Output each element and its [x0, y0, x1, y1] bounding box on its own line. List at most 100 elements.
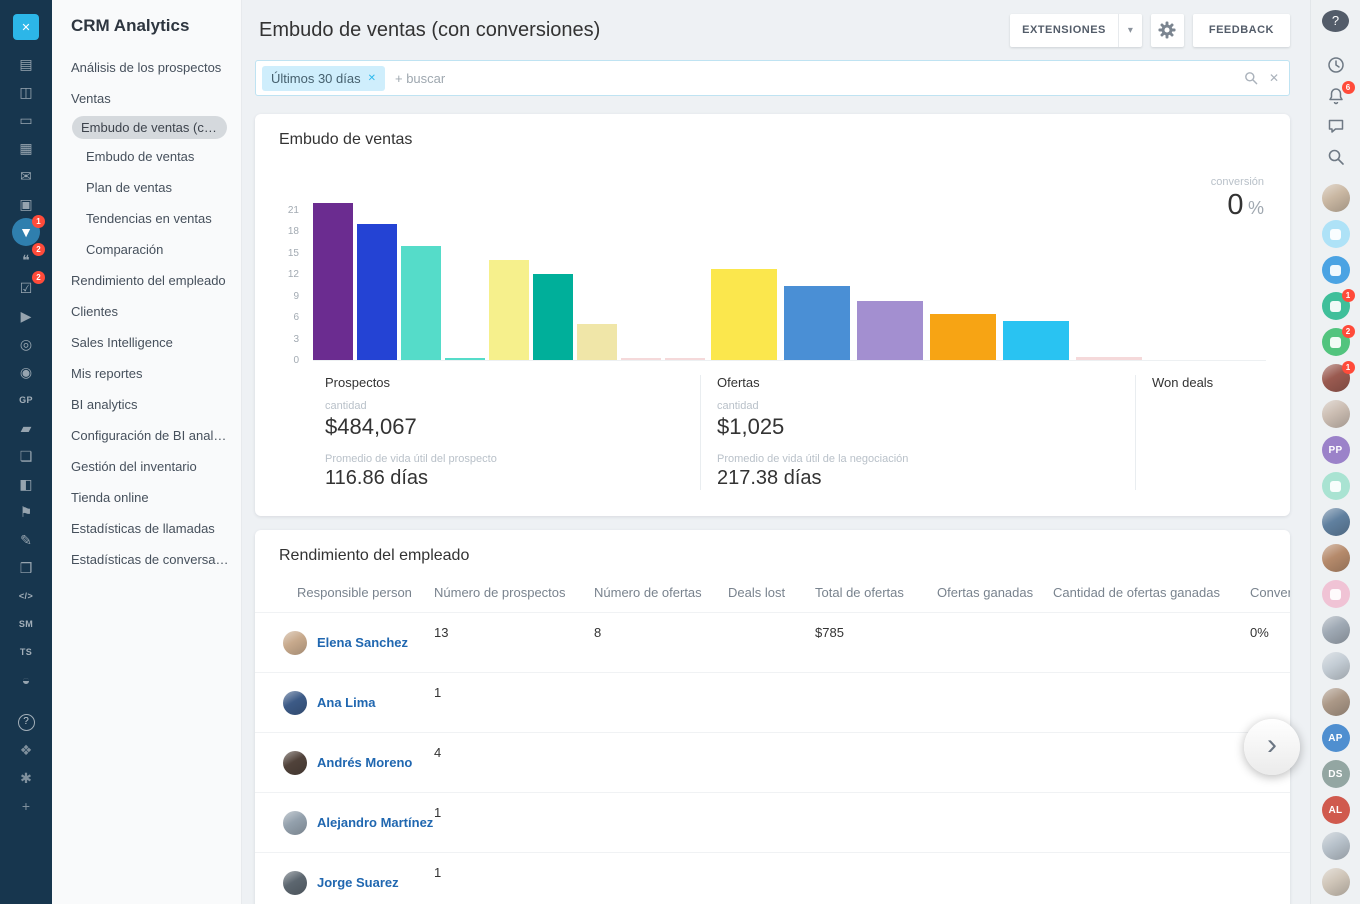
menu-item[interactable]: Tendencias en ventas [52, 203, 241, 234]
avatar-pp[interactable]: PP [1322, 436, 1350, 464]
collapse-menu-button[interactable]: ✕ [13, 14, 39, 40]
employee-name-link[interactable]: Jorge Suarez [317, 875, 399, 890]
avatar[interactable] [1322, 400, 1350, 428]
rail-item-more-apps[interactable]: ◒ [12, 666, 40, 694]
rail-item-documents[interactable]: ❏ [12, 442, 40, 470]
avatar[interactable]: 2 [1322, 328, 1350, 356]
funnel-bar[interactable] [665, 358, 705, 360]
rail-item-crm[interactable]: ▼1 [12, 218, 40, 246]
funnel-bar[interactable] [930, 314, 996, 360]
avatar[interactable]: 1 [1322, 292, 1350, 320]
rail-item-help[interactable]: ? [12, 708, 40, 736]
rail-item-sign[interactable]: ⚑ [12, 498, 40, 526]
menu-item[interactable]: Rendimiento del empleado [52, 265, 241, 296]
menu-item[interactable]: Clientes [52, 296, 241, 327]
avatar[interactable] [1322, 220, 1350, 248]
avatar[interactable]: 1 [1322, 364, 1350, 392]
rail-item-video-calls[interactable]: ▶ [12, 302, 40, 330]
funnel-bar[interactable] [357, 224, 397, 360]
clear-search-icon[interactable]: ✕ [1269, 71, 1279, 85]
avatar-al[interactable]: AL [1322, 796, 1350, 824]
extensions-button[interactable]: EXTENSIONES ▾ [1010, 14, 1142, 47]
avatar[interactable] [1322, 616, 1350, 644]
rail-item-messenger[interactable]: ❝2 [12, 246, 40, 274]
menu-item[interactable]: Sales Intelligence [52, 327, 241, 358]
rail-item-add[interactable]: + [12, 792, 40, 820]
funnel-bar[interactable] [857, 301, 923, 360]
funnel-bar[interactable] [621, 358, 661, 360]
history-button[interactable] [1322, 54, 1350, 77]
funnel-bar[interactable] [489, 260, 529, 360]
avatar[interactable] [1322, 256, 1350, 284]
menu-item[interactable]: Análisis de los prospectos [52, 52, 241, 83]
rail-item-store[interactable]: ▰ [12, 414, 40, 442]
menu-item[interactable]: Plan de ventas [52, 172, 241, 203]
rail-item-developer[interactable]: </> [12, 582, 40, 610]
table-row[interactable]: Alejandro Martínez1 [255, 793, 1290, 853]
employee-name-link[interactable]: Alejandro Martínez [317, 815, 433, 830]
rail-item-calendar[interactable]: ▦ [12, 134, 40, 162]
search-input[interactable] [385, 71, 1243, 86]
rail-item-integrations[interactable]: ❖ [12, 736, 40, 764]
rail-item-contact-center[interactable]: ▣ [12, 190, 40, 218]
menu-item[interactable]: Tienda online [52, 482, 241, 513]
search-people-button[interactable] [1322, 145, 1350, 168]
funnel-bar[interactable] [711, 269, 777, 360]
funnel-bar[interactable] [784, 286, 850, 360]
avatar[interactable] [1322, 868, 1350, 896]
search-icon[interactable] [1243, 70, 1259, 86]
avatar[interactable] [1322, 544, 1350, 572]
funnel-bar[interactable] [401, 246, 441, 360]
employee-name-link[interactable]: Elena Sanchez [317, 635, 408, 650]
table-row[interactable]: Elena Sanchez138$7850% [255, 613, 1290, 673]
table-row[interactable]: Ana Lima1 [255, 673, 1290, 733]
employee-name-link[interactable]: Andrés Moreno [317, 755, 412, 770]
notifications-button[interactable]: 6 [1322, 84, 1350, 107]
menu-item[interactable]: Configuración de BI analy... [52, 420, 241, 451]
rail-item-edit[interactable]: ✎ [12, 526, 40, 554]
menu-item[interactable]: Mis reportes [52, 358, 241, 389]
rail-item-employees[interactable]: ◫ [12, 78, 40, 106]
avatar[interactable] [1322, 580, 1350, 608]
rail-item-live-feed[interactable]: ▤ [12, 50, 40, 78]
avatar-ap[interactable]: AP [1322, 724, 1350, 752]
feedback-button[interactable]: FEEDBACK [1193, 14, 1290, 47]
rail-item-inventory[interactable]: ❒ [12, 554, 40, 582]
avatar[interactable] [1322, 508, 1350, 536]
menu-item[interactable]: Estadísticas de conversac... [52, 544, 241, 575]
avatar[interactable] [1322, 184, 1350, 212]
menu-item[interactable]: Ventas [52, 83, 241, 114]
funnel-bar[interactable] [533, 274, 573, 360]
rail-item-workspace-ts[interactable]: TS [12, 638, 40, 666]
chevron-down-icon[interactable]: ▾ [1118, 14, 1142, 47]
menu-item[interactable]: Embudo de ventas (co... [72, 116, 227, 139]
rail-item-workspace-gp[interactable]: GP [12, 386, 40, 414]
help-button[interactable]: ? [1322, 10, 1349, 32]
remove-filter-icon[interactable]: ✕ [368, 73, 376, 84]
rail-item-automation[interactable]: ◉ [12, 358, 40, 386]
rail-item-workgroups[interactable]: ▭ [12, 106, 40, 134]
table-row[interactable]: Andrés Moreno4 [255, 733, 1290, 793]
rail-item-tasks[interactable]: ☑2 [12, 274, 40, 302]
menu-item[interactable]: Estadísticas de llamadas [52, 513, 241, 544]
avatar[interactable] [1322, 652, 1350, 680]
rail-item-workspace-sm[interactable]: SM [12, 610, 40, 638]
avatar[interactable] [1322, 688, 1350, 716]
rail-item-marketing[interactable]: ◎ [12, 330, 40, 358]
funnel-bar[interactable] [1076, 357, 1142, 360]
rail-item-settings[interactable]: ✱ [12, 764, 40, 792]
search-filter-bar[interactable]: Últimos 30 días ✕ ✕ [255, 60, 1290, 96]
menu-item[interactable]: Comparación [52, 234, 241, 265]
employee-name-link[interactable]: Ana Lima [317, 695, 376, 710]
messenger-button[interactable] [1322, 115, 1350, 138]
menu-item[interactable]: Gestión del inventario [52, 451, 241, 482]
funnel-bar[interactable] [577, 324, 617, 360]
menu-item[interactable]: Embudo de ventas [52, 141, 241, 172]
rail-item-mail[interactable]: ✉ [12, 162, 40, 190]
table-row[interactable]: Jorge Suarez1 [255, 853, 1290, 904]
rail-item-analytics[interactable]: ◧ [12, 470, 40, 498]
report-settings-button[interactable] [1151, 14, 1184, 47]
avatar[interactable] [1322, 832, 1350, 860]
avatar[interactable] [1322, 472, 1350, 500]
funnel-bar[interactable] [445, 358, 485, 360]
